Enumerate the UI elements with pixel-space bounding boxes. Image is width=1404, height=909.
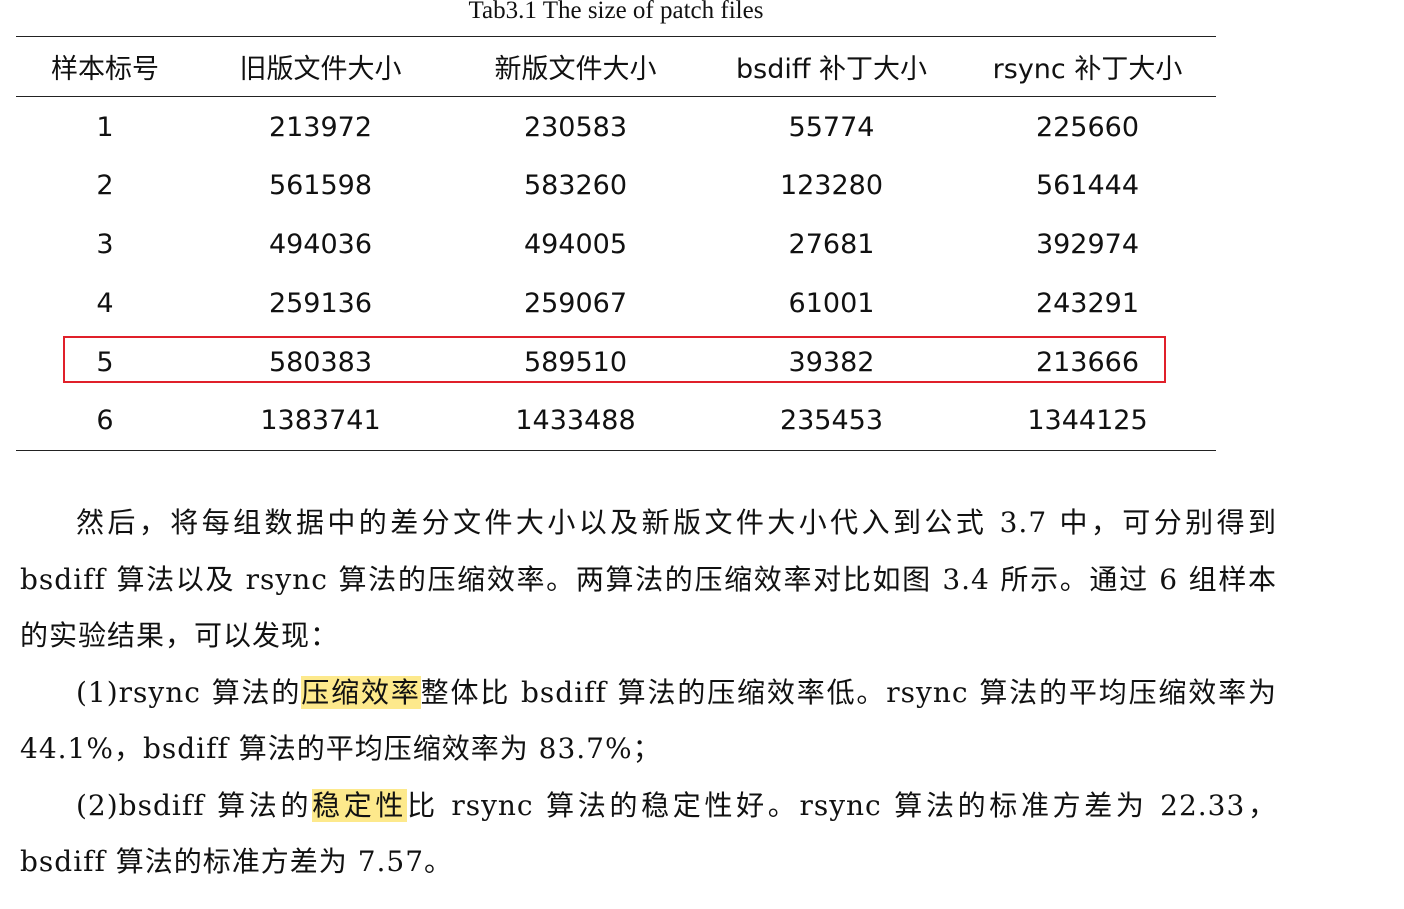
cell-bsdiff-size: 39382 [788, 346, 875, 378]
cell-rsync-size: 1344125 [959, 391, 1216, 451]
body-text: 然后，将每组数据中的差分文件大小以及新版文件大小代入到公式 3.7 中，可分别得… [20, 495, 1277, 891]
table-row: 3 494036 494005 27681 392974 [16, 215, 1216, 274]
finding-1-text-start: (1)rsync 算法的 [76, 675, 302, 709]
cell-old-size: 1383741 [194, 391, 447, 451]
cell-new-size: 583260 [523, 169, 628, 201]
finding-2-text-start: (2)bsdiff 算法的 [76, 788, 313, 822]
cell-old-size: 213972 [268, 112, 373, 144]
cell-bsdiff-size: 27681 [788, 228, 875, 260]
header-new-size: 新版文件大小 [447, 36, 704, 97]
cell-rsync-size: 225660 [1035, 112, 1140, 144]
cell-new-size: 1433488 [447, 391, 704, 451]
table-row: 1 213972 230583 55774 225660 [16, 97, 1216, 156]
cell-old-size: 259136 [268, 287, 373, 319]
paragraph-finding-1: (1)rsync 算法的压缩效率整体比 bsdiff 算法的压缩效率低。rsyn… [20, 665, 1277, 778]
table-row: 2 561598 583260 123280 561444 [16, 156, 1216, 215]
table-caption: Tab3.1 The size of patch files [468, 0, 764, 24]
cell-rsync-size: 243291 [1035, 287, 1140, 319]
cell-bsdiff-size: 123280 [779, 169, 884, 201]
header-old-size: 旧版文件大小 [194, 36, 447, 97]
header-rsync-size: rsync 补丁大小 [959, 36, 1216, 97]
cell-sample-id: 3 [96, 228, 114, 260]
table-row-highlighted: 5 580383 589510 39382 213666 [16, 333, 1216, 392]
cell-new-size: 494005 [523, 228, 628, 260]
cell-sample-id: 4 [96, 287, 114, 319]
cell-bsdiff-size: 61001 [788, 287, 875, 319]
cell-rsync-size: 561444 [1035, 169, 1140, 201]
cell-sample-id: 1 [96, 112, 114, 144]
table-row: 6 1383741 1433488 235453 1344125 [16, 391, 1216, 451]
cell-new-size: 230583 [523, 112, 628, 144]
cell-sample-id: 2 [96, 169, 114, 201]
cell-old-size: 580383 [268, 346, 373, 378]
cell-old-size: 494036 [268, 228, 373, 260]
highlighted-term-compression-efficiency: 压缩效率 [301, 675, 421, 709]
cell-rsync-size: 213666 [1035, 346, 1140, 378]
header-bsdiff-size: bsdiff 补丁大小 [704, 36, 959, 97]
table-header-row: 样本标号 旧版文件大小 新版文件大小 bsdiff 补丁大小 rsync 补丁大… [16, 36, 1216, 97]
table-row: 4 259136 259067 61001 243291 [16, 274, 1216, 333]
header-sample-id: 样本标号 [16, 36, 194, 97]
cell-new-size: 259067 [523, 287, 628, 319]
paragraph-finding-2: (2)bsdiff 算法的稳定性比 rsync 算法的稳定性好。rsync 算法… [20, 778, 1277, 891]
cell-new-size: 589510 [523, 346, 628, 378]
cell-sample-id: 5 [96, 346, 114, 378]
cell-sample-id: 6 [16, 391, 194, 451]
highlighted-term-stability: 稳定性 [312, 788, 408, 822]
cell-rsync-size: 392974 [1035, 228, 1140, 260]
cell-bsdiff-size: 235453 [704, 391, 959, 451]
cell-bsdiff-size: 55774 [788, 112, 875, 144]
paragraph-intro: 然后，将每组数据中的差分文件大小以及新版文件大小代入到公式 3.7 中，可分别得… [20, 506, 1277, 652]
cell-old-size: 561598 [268, 169, 373, 201]
patch-size-table: 样本标号 旧版文件大小 新版文件大小 bsdiff 补丁大小 rsync 补丁大… [16, 36, 1216, 451]
